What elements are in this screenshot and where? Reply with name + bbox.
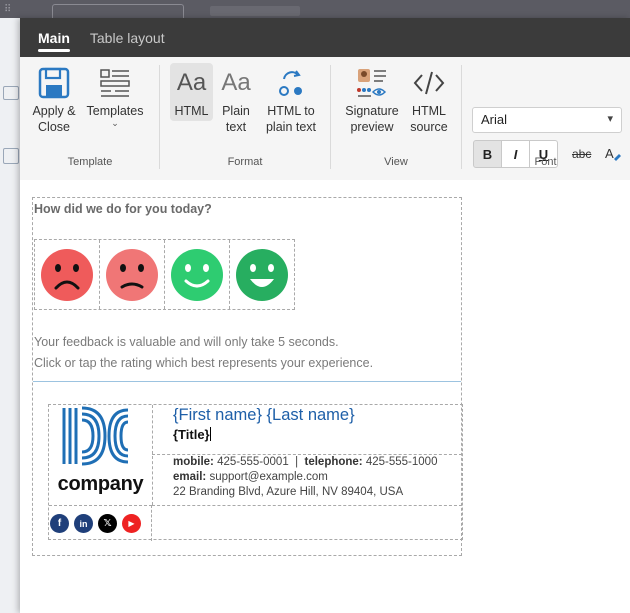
html-format-icon: Aa: [176, 69, 207, 96]
ribbon: Apply & Close Templates ⌄ Template Aa HT…: [20, 57, 630, 181]
font-family-select[interactable]: Arial ▾: [472, 107, 622, 133]
html-to-plain-text-label: HTML to plain text: [265, 104, 317, 134]
chevron-down-icon: ▾: [607, 113, 613, 125]
html-format-label: HTML: [174, 104, 209, 118]
youtube-icon[interactable]: ▶: [122, 514, 141, 533]
ribbon-separator: [461, 65, 462, 169]
background-mail-icon: [3, 86, 19, 100]
title-text: {Title}: [173, 427, 210, 442]
social-icons: f in 𝕏 ▶: [49, 505, 152, 541]
mobile-value: 425-555-0001: [217, 456, 289, 468]
plain-text-label: Plain text: [222, 104, 250, 134]
signature-preview-button[interactable]: Signature preview: [341, 63, 403, 135]
face-very-happy-cell[interactable]: [230, 240, 294, 309]
ribbon-group-template: Apply & Close Templates ⌄ Template: [20, 57, 160, 180]
editor-canvas[interactable]: How did we do for you today? Your feedba…: [20, 180, 630, 613]
apply-close-button[interactable]: Apply & Close: [28, 63, 80, 135]
background-lock-icon: [3, 148, 19, 164]
font-family-value: Arial: [481, 112, 508, 127]
chevron-down-icon: ⌄: [111, 118, 119, 128]
linkedin-icon[interactable]: in: [74, 514, 93, 533]
html-source-label: HTML source: [410, 104, 448, 134]
templates-label: Templates: [86, 104, 144, 118]
background-ghost-logo: [52, 4, 184, 19]
very-unhappy-face-icon: [41, 248, 93, 301]
telephone-label: telephone:: [304, 456, 363, 468]
feedback-line-2: Click or tap the rating which best repre…: [34, 356, 374, 370]
x-icon[interactable]: 𝕏: [98, 514, 117, 533]
group-label-format: Format: [227, 156, 263, 168]
happy-face-icon: [171, 248, 223, 301]
face-unhappy-cell[interactable]: [100, 240, 165, 309]
plain-text-icon: Aa: [221, 69, 251, 96]
divider-line: [33, 381, 461, 382]
very-happy-face-icon: [236, 248, 288, 301]
tab-main[interactable]: Main: [28, 18, 80, 57]
html-to-plain-text-button[interactable]: HTML to plain text: [259, 63, 323, 135]
signature-body[interactable]: How did we do for you today? Your feedba…: [32, 197, 463, 556]
feedback-line-1: Your feedback is valuable and will only …: [34, 335, 339, 349]
face-happy-cell[interactable]: [165, 240, 230, 309]
mobile-label: mobile:: [173, 456, 214, 468]
telephone-value: 425-555-1000: [365, 456, 438, 468]
signature-preview-icon: [341, 63, 403, 103]
html-format-button[interactable]: Aa HTML: [170, 63, 213, 121]
apply-close-label: Apply & Close: [32, 104, 76, 134]
ribbon-group-format: Aa HTML Aa Plain text HTML to plain text: [160, 57, 330, 180]
signature-preview-label: Signature preview: [345, 104, 399, 134]
full-name-placeholder: {First name} {Last name}: [173, 406, 355, 424]
convert-icon: [259, 63, 323, 103]
ribbon-tabbar: Main Table layout: [20, 18, 630, 57]
facebook-icon[interactable]: f: [50, 514, 69, 533]
title-placeholder: {Title}: [173, 427, 211, 442]
ribbon-group-view: Signature preview HTML source View: [331, 57, 461, 180]
company-wordmark: company: [57, 473, 144, 495]
group-label-view: View: [384, 156, 408, 168]
contact-card[interactable]: company f in 𝕏 ▶ {First name} {Last name…: [48, 404, 463, 541]
company-logo-mark-icon: [62, 406, 129, 466]
survey-question: How did we do for you today?: [34, 202, 212, 216]
phone-divider: |: [295, 456, 299, 468]
rating-faces: [34, 239, 295, 310]
templates-icon: [84, 63, 146, 103]
face-very-unhappy-cell[interactable]: [35, 240, 100, 309]
unhappy-face-icon: [106, 248, 158, 301]
address-line: 22 Branding Blvd, Azure Hill, NV 89404, …: [173, 486, 404, 498]
plain-text-button[interactable]: Aa Plain text: [217, 63, 255, 135]
email-line: email: support@example.com: [173, 471, 328, 483]
save-icon: [28, 63, 80, 103]
signature-editor-window: Main Table layout Apply & Close Template…: [20, 18, 630, 613]
contact-details-cell[interactable]: mobile: 425-555-0001 | telephone: 425-55…: [152, 454, 462, 506]
code-icon: [407, 63, 451, 103]
name-cell[interactable]: {First name} {Last name} {Title}: [152, 405, 462, 455]
html-source-button[interactable]: HTML source: [407, 63, 451, 135]
email-value: support@example.com: [209, 471, 328, 483]
background-sidebar: [0, 18, 20, 613]
phone-line: mobile: 425-555-0001 | telephone: 425-55…: [173, 456, 437, 468]
background-app-launcher-icon: ⠿: [4, 4, 13, 15]
group-label-font: Font: [534, 156, 557, 168]
email-label: email:: [173, 471, 207, 483]
group-label-template: Template: [67, 156, 113, 168]
text-caret: [209, 427, 211, 441]
background-ghost-title: [210, 6, 300, 16]
templates-button[interactable]: Templates ⌄: [84, 63, 146, 128]
company-logo: company: [49, 405, 153, 505]
tab-table-layout[interactable]: Table layout: [80, 18, 175, 57]
